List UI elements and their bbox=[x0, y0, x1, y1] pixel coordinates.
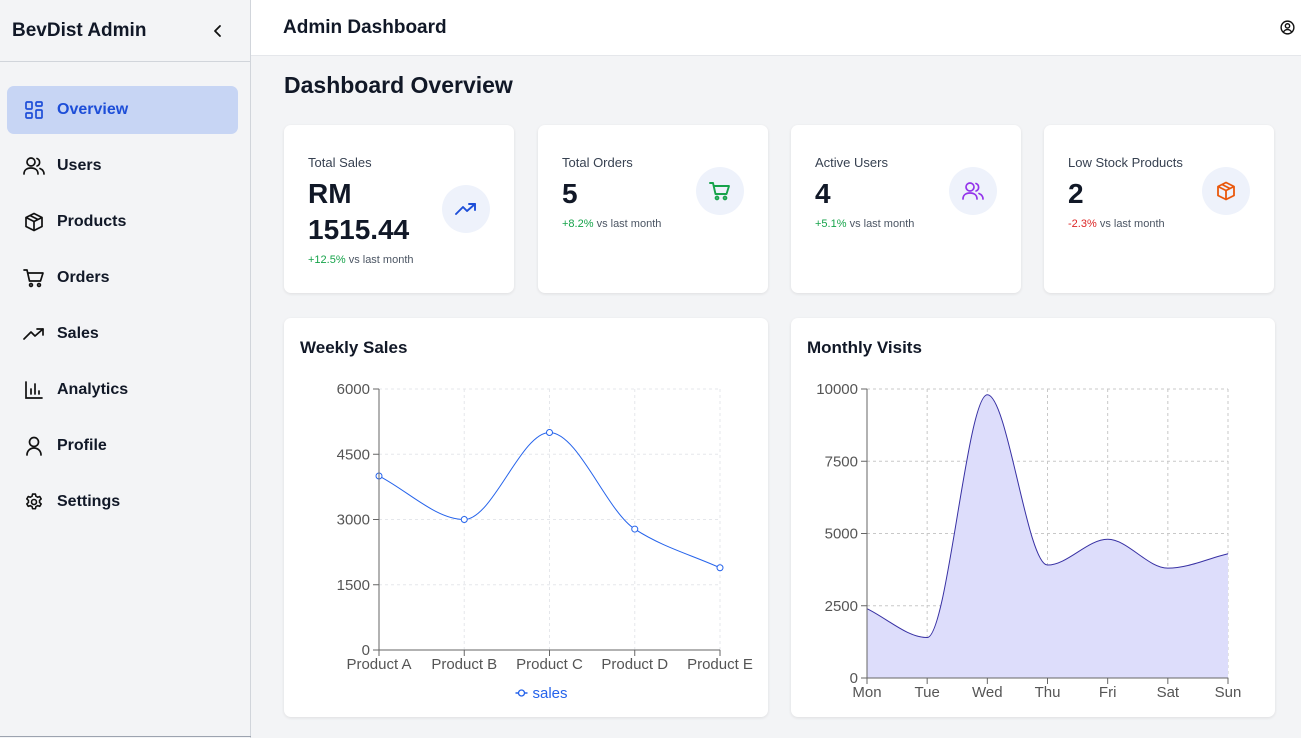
sidebar-item-overview[interactable]: Overview bbox=[7, 86, 238, 134]
user-icon bbox=[23, 435, 45, 457]
x-tick-label: Wed bbox=[972, 684, 1003, 701]
data-point bbox=[716, 564, 724, 572]
stat-card-active-users: Active Users 4 +5.1% vs last month bbox=[791, 125, 1021, 293]
stat-change-suffix: vs last month bbox=[1099, 218, 1165, 230]
trending-up-icon bbox=[442, 185, 490, 233]
legend-label: sales bbox=[533, 685, 568, 702]
page-title: Dashboard Overview bbox=[284, 72, 513, 98]
monthly-visits-chart: 025005000750010000Mon Tue Wed Thu Fri Sat Sun bbox=[816, 381, 1242, 701]
stat-change-suffix: vs last month bbox=[849, 218, 915, 230]
stat-card-total-sales: Total Sales RM 1515.44 +12.5% vs last mo… bbox=[284, 125, 514, 293]
users-icon bbox=[949, 167, 997, 215]
y-tick-label: 3000 bbox=[337, 512, 370, 529]
y-tick-label: 5000 bbox=[825, 526, 858, 543]
sidebar-nav: Overview Users Products Orders Sales Ana… bbox=[0, 62, 250, 526]
sidebar-item-users[interactable]: Users bbox=[7, 142, 238, 190]
monthly-visits-card: Monthly Visits 0 2500 5000 7500 10000 Mon Tue W… bbox=[791, 318, 1275, 717]
y-tick-label: 2500 bbox=[825, 598, 858, 615]
sidebar-item-products[interactable]: Products bbox=[7, 198, 238, 246]
collapse-sidebar-button[interactable] bbox=[210, 23, 226, 39]
x-tick-label: Mon bbox=[852, 684, 881, 701]
cart-icon bbox=[696, 167, 744, 215]
x-tick-label: Product B bbox=[431, 656, 497, 673]
x-tick-label: Sat bbox=[1157, 684, 1180, 701]
stat-change-suffix: vs last month bbox=[348, 254, 414, 266]
sidebar-item-label: Products bbox=[57, 213, 127, 230]
weekly-sales-card: Weekly Sales 0 1500 3000 4500 6000 Product AP… bbox=[284, 318, 768, 717]
box-icon bbox=[23, 211, 45, 233]
sidebar-item-label: Overview bbox=[57, 101, 129, 118]
box-icon bbox=[1202, 167, 1250, 215]
x-tick-label: Thu bbox=[1035, 684, 1061, 701]
x-tick-label: Tue bbox=[915, 684, 940, 701]
y-tick-label: 6000 bbox=[337, 381, 370, 398]
sidebar-item-label: Users bbox=[57, 157, 102, 174]
x-tick-label: Sun bbox=[1215, 684, 1242, 701]
stat-change-percent: -2.3% bbox=[1068, 218, 1097, 230]
stat-change: +5.1% vs last month bbox=[815, 218, 997, 230]
stat-value: RM 1515.44 bbox=[308, 178, 410, 245]
sidebar-item-analytics[interactable]: Analytics bbox=[7, 366, 238, 414]
sidebar-item-profile[interactable]: Profile bbox=[7, 422, 238, 470]
cart-icon bbox=[23, 267, 45, 289]
user-circle-icon bbox=[1279, 20, 1295, 35]
stat-value: 4 bbox=[815, 178, 831, 209]
stat-change: -2.3% vs last month bbox=[1068, 218, 1250, 230]
sidebar-item-label: Orders bbox=[57, 269, 110, 286]
stat-change-percent: +12.5% bbox=[308, 254, 346, 266]
data-point bbox=[460, 516, 468, 523]
sidebar-item-label: Analytics bbox=[57, 381, 129, 398]
y-tick-label: 4500 bbox=[337, 446, 370, 463]
data-point bbox=[546, 429, 553, 436]
sidebar-header: BevDist Admin bbox=[0, 0, 250, 62]
weekly-sales-chart: 01500300045006000Product A Product B Produ… bbox=[337, 381, 753, 702]
sidebar-item-label: Sales bbox=[57, 325, 99, 342]
stat-value: 5 bbox=[562, 178, 578, 209]
trending-up-icon bbox=[23, 323, 45, 345]
stat-label: Total Sales bbox=[308, 155, 372, 170]
chevron-left-icon bbox=[214, 24, 221, 37]
stat-change-suffix: vs last month bbox=[596, 218, 662, 230]
x-tick-label: Product C bbox=[516, 656, 583, 673]
x-tick-label: Product A bbox=[346, 656, 411, 673]
stat-value: 2 bbox=[1068, 178, 1084, 209]
sidebar-item-settings[interactable]: Settings bbox=[7, 478, 238, 526]
stat-change: +12.5% vs last month bbox=[308, 254, 490, 266]
gear-icon bbox=[23, 491, 45, 513]
y-tick-label: 7500 bbox=[825, 453, 858, 470]
sidebar-item-label: Profile bbox=[57, 437, 107, 454]
bar-chart-icon bbox=[23, 379, 45, 401]
brand-title: BevDist Admin bbox=[12, 19, 147, 41]
x-tick-label: Product D bbox=[601, 656, 668, 673]
legend: sales bbox=[515, 685, 568, 702]
sidebar-item-sales[interactable]: Sales bbox=[7, 310, 238, 358]
users-icon bbox=[23, 155, 45, 177]
topbar: Admin Dashboard bbox=[251, 0, 1301, 56]
stat-change: +8.2% vs last month bbox=[562, 218, 744, 230]
y-tick-label: 10000 bbox=[816, 381, 858, 398]
y-tick-label: 1500 bbox=[337, 577, 370, 594]
data-point bbox=[631, 525, 639, 533]
grid-icon bbox=[23, 99, 45, 121]
header-title: Admin Dashboard bbox=[283, 16, 447, 38]
sidebar-item-orders[interactable]: Orders bbox=[7, 254, 238, 302]
legend-marker bbox=[517, 689, 526, 697]
stat-change-percent: +8.2% bbox=[562, 218, 594, 230]
sidebar-item-label: Settings bbox=[57, 493, 121, 510]
x-tick-label: Product E bbox=[687, 656, 753, 673]
divider bbox=[0, 736, 251, 737]
stat-card-total-orders: Total Orders 5 +8.2% vs last month bbox=[538, 125, 768, 293]
sidebar: BevDist Admin Overview Users Products Or… bbox=[0, 0, 251, 738]
stat-card-low-stock: Low Stock Products 2 -2.3% vs last month bbox=[1044, 125, 1274, 293]
stat-change-percent: +5.1% bbox=[815, 218, 847, 230]
user-menu-button[interactable] bbox=[1279, 20, 1295, 36]
x-tick-label: Fri bbox=[1099, 684, 1117, 701]
